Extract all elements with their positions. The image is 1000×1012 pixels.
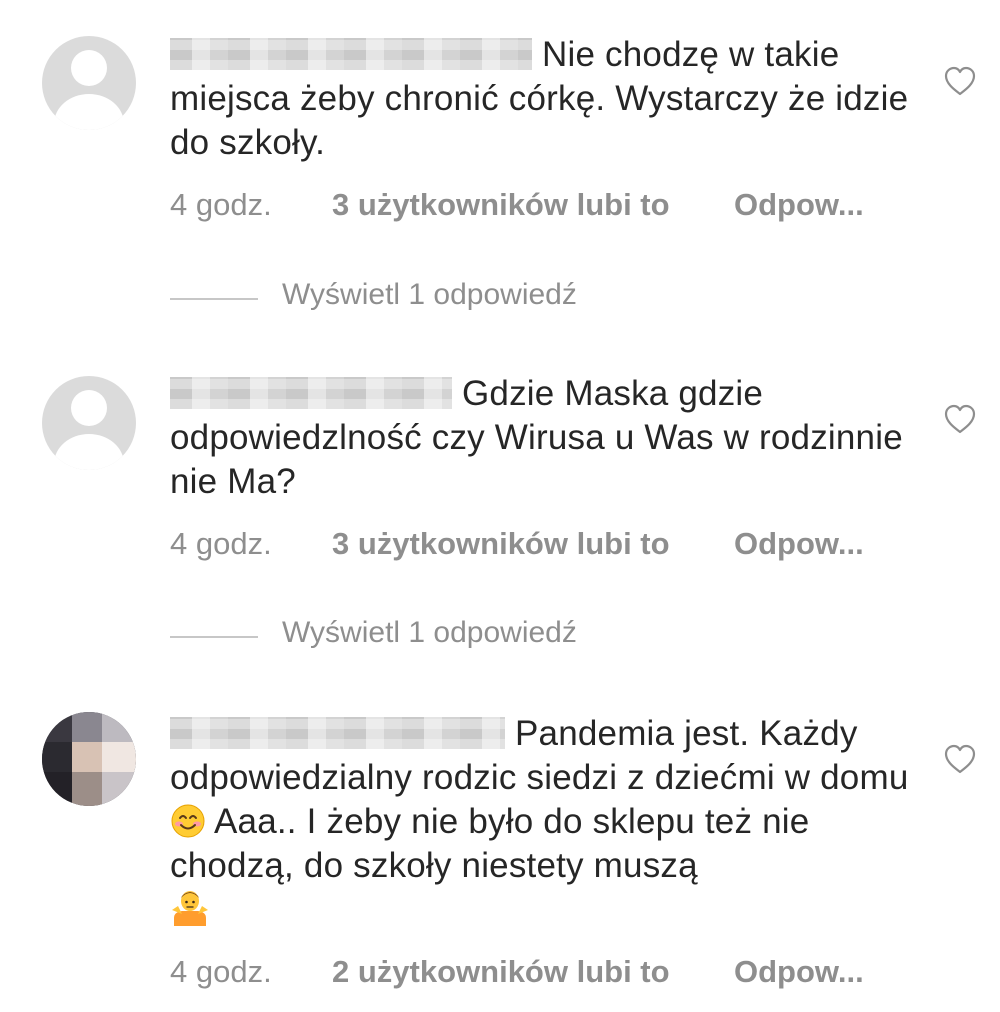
comment-text-block: Pandemia jest. Każdy odpowiedzialny rodz…: [170, 712, 910, 933]
divider-line: [170, 636, 258, 638]
view-replies-label: Wyświetl 1 odpowiedź: [282, 616, 577, 649]
likes-count[interactable]: 2 użytkowników lubi to: [332, 954, 670, 990]
person-shrugging-emoji: [172, 891, 208, 926]
comment-body-part2: Aaa.. I żeby nie było do sklepu też nie …: [170, 802, 810, 885]
photo-avatar-blurred[interactable]: [42, 712, 136, 806]
default-avatar-icon[interactable]: [42, 36, 136, 130]
username-pixelated[interactable]: [170, 377, 452, 409]
likes-count[interactable]: 3 użytkowników lubi to: [332, 526, 670, 562]
heart-outline-icon[interactable]: [944, 66, 976, 96]
heart-outline-icon[interactable]: [944, 404, 976, 434]
divider-line: [170, 298, 258, 300]
view-replies-label: Wyświetl 1 odpowiedź: [282, 278, 577, 311]
reply-button[interactable]: Odpow...: [734, 187, 864, 223]
comment-time[interactable]: 4 godz.: [170, 187, 272, 223]
comment-text-block: Nie chodzę w takie miejsca żeby chronić …: [170, 33, 910, 165]
username-pixelated[interactable]: [170, 717, 505, 749]
comment-time[interactable]: 4 godz.: [170, 526, 272, 562]
heart-outline-icon[interactable]: [944, 744, 976, 774]
reply-button[interactable]: Odpow...: [734, 526, 864, 562]
username-pixelated[interactable]: [170, 38, 532, 70]
reply-button[interactable]: Odpow...: [734, 954, 864, 990]
likes-count[interactable]: 3 użytkowników lubi to: [332, 187, 670, 223]
comment-text-block: Gdzie Maska gdzie odpowiedzlność czy Wir…: [170, 372, 910, 504]
smiling-face-emoji: [171, 804, 205, 838]
default-avatar-icon[interactable]: [42, 376, 136, 470]
comment-time[interactable]: 4 godz.: [170, 954, 272, 990]
